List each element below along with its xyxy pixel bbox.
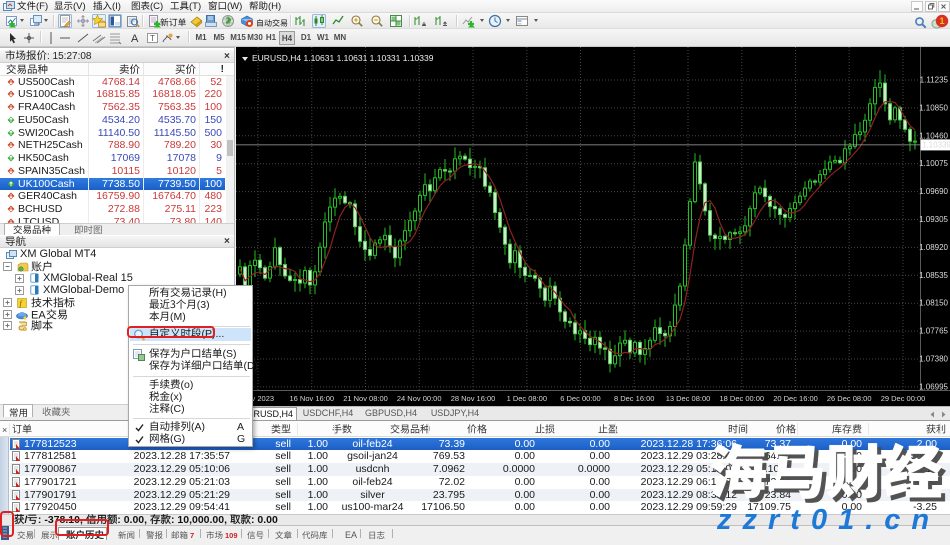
- svg-text:1.10339: 1.10339: [922, 140, 950, 149]
- svg-text:16 Nov 16:00: 16 Nov 16:00: [289, 394, 334, 403]
- svg-text:1.11235: 1.11235: [920, 76, 949, 85]
- svg-text:28 Nov 16:00: 28 Nov 16:00: [451, 394, 496, 403]
- svg-text:1.06995: 1.06995: [919, 382, 948, 391]
- svg-text:1.07380: 1.07380: [919, 355, 948, 364]
- svg-text:1.10460: 1.10460: [919, 131, 948, 140]
- svg-text:1.08150: 1.08150: [919, 299, 948, 308]
- svg-text:1.07765: 1.07765: [919, 327, 948, 336]
- svg-text:20 Dec 16:00: 20 Dec 16:00: [773, 394, 818, 403]
- svg-text:1.10075: 1.10075: [919, 159, 948, 168]
- svg-text:8 Dec 16:00: 8 Dec 16:00: [614, 394, 654, 403]
- svg-text:1.09690: 1.09690: [919, 187, 948, 196]
- svg-text:26 Dec 08:00: 26 Dec 08:00: [827, 394, 872, 403]
- svg-text:1.08535: 1.08535: [919, 271, 948, 280]
- svg-text:1.10850: 1.10850: [919, 103, 948, 112]
- svg-text:1.09305: 1.09305: [919, 215, 948, 224]
- svg-text:1.08920: 1.08920: [919, 243, 948, 252]
- svg-text:21 Nov 08:00: 21 Nov 08:00: [343, 394, 388, 403]
- svg-text:1: 1: [939, 16, 944, 26]
- svg-text:T: T: [150, 34, 155, 43]
- svg-text:29 Dec 00:00: 29 Dec 00:00: [881, 394, 926, 403]
- svg-text:18 Dec 00:00: 18 Dec 00:00: [719, 394, 764, 403]
- svg-text:24 Nov 00:00: 24 Nov 00:00: [397, 394, 442, 403]
- svg-text:6 Dec 00:00: 6 Dec 00:00: [560, 394, 600, 403]
- svg-text:13 Dec 08:00: 13 Dec 08:00: [666, 394, 711, 403]
- svg-text:1 Dec 08:00: 1 Dec 08:00: [507, 394, 547, 403]
- svg-text:EURUSD,H4 1.10631 1.10631 1.1: EURUSD,H4 1.10631 1.10631 1.10331 1.1033…: [252, 53, 434, 63]
- svg-text:A: A: [131, 33, 139, 45]
